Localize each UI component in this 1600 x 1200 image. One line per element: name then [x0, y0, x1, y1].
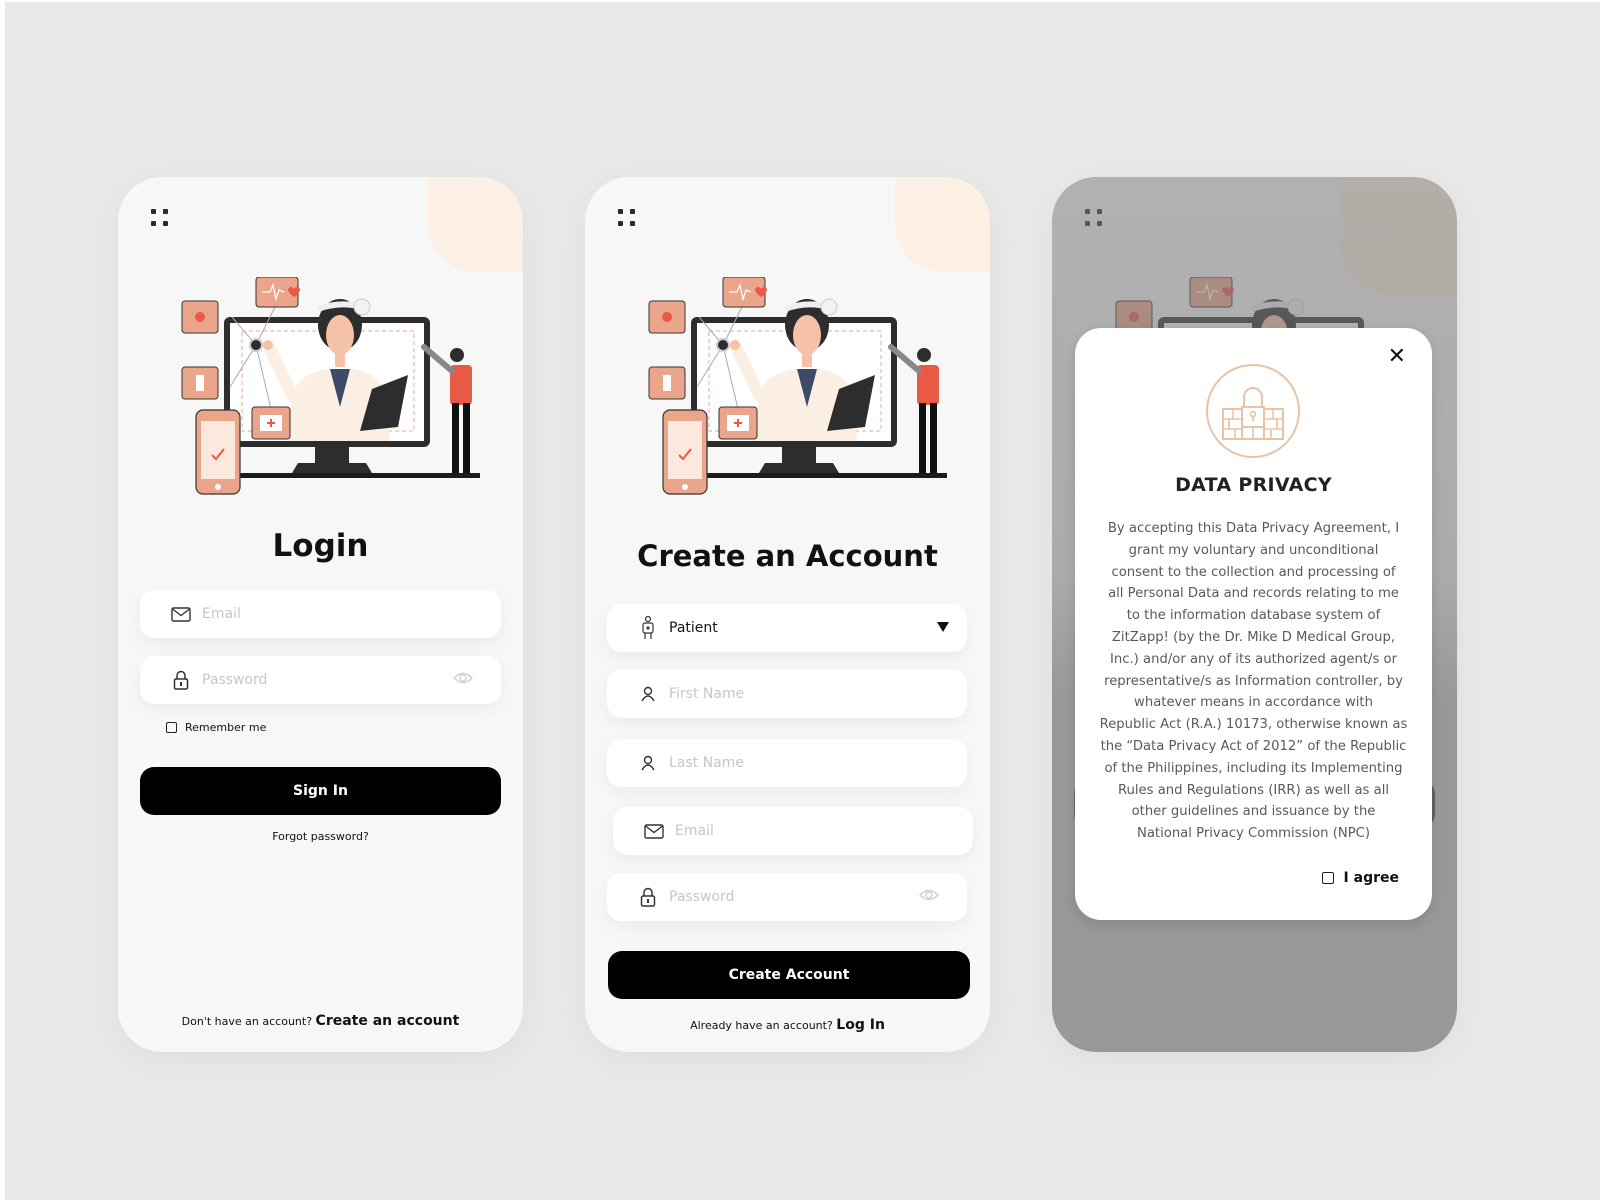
privacy-text-line: all Personal Data and records relating t… — [1108, 586, 1399, 602]
create-account-button[interactable]: Create Account — [608, 951, 970, 999]
page-title: Create an Account — [637, 539, 938, 573]
privacy-text-line: Inc.) and/or any of its authorized agent… — [1109, 651, 1397, 667]
password-placeholder: Password — [202, 672, 268, 688]
telemedicine-illustration — [648, 277, 947, 495]
grid-dots-icon[interactable] — [618, 209, 636, 227]
mail-icon — [643, 820, 665, 842]
password-input[interactable]: Password — [607, 873, 967, 921]
patient-icon — [637, 616, 659, 639]
email-placeholder: Email — [675, 823, 714, 839]
illustration-group — [181, 277, 480, 495]
register-screen: Create an Account Patient First Name Las… — [585, 177, 990, 1052]
forgot-password-link[interactable]: Forgot password? — [118, 830, 523, 843]
privacy-text-line: to the information database system of — [1126, 608, 1381, 624]
create-account-link[interactable]: Create an account — [316, 1013, 460, 1029]
login-screen: Login Email Password Remember me Sign In… — [118, 177, 523, 1052]
privacy-agreement-text: By accepting this Data Privacy Agreement… — [1089, 518, 1418, 845]
signup-prompt-text: Don't have an account? — [181, 1015, 313, 1028]
privacy-text-line: of the Philippines, including its Implem… — [1104, 760, 1403, 776]
password-placeholder: Password — [669, 889, 735, 905]
privacy-text-line: grant my voluntary and unconditional — [1128, 542, 1379, 558]
privacy-text-line: representative/s as Information controll… — [1104, 673, 1403, 689]
privacy-text-line: ZitZapp! (by the Dr. Mike D Medical Grou… — [1111, 629, 1396, 645]
grid-dots-icon[interactable] — [151, 209, 169, 227]
privacy-screen: ✕ DATA PRIVACY By accepting this Data Pr… — [1052, 177, 1457, 1052]
lock-icon — [170, 669, 192, 691]
page-title: Login — [272, 528, 369, 564]
email-input[interactable]: Email — [140, 590, 501, 638]
agree-checkbox[interactable] — [1321, 872, 1334, 884]
corner-decoration — [895, 177, 990, 272]
agree-label: I agree — [1343, 870, 1399, 886]
dropdown-caret-icon[interactable] — [937, 622, 949, 632]
modal-heading: DATA PRIVACY — [1175, 474, 1332, 496]
role-select[interactable]: Patient — [607, 604, 967, 652]
email-input[interactable]: Email — [613, 807, 973, 855]
corner-decoration — [428, 177, 523, 272]
privacy-text-line: By accepting this Data Privacy Agreement… — [1107, 521, 1400, 536]
password-input[interactable]: Password — [140, 656, 501, 704]
role-value: Patient — [669, 620, 718, 636]
user-icon — [637, 752, 659, 774]
privacy-text-line: the “Data Privacy Act of 2012” of the Re… — [1100, 738, 1407, 754]
login-prompt-text: Already have an account? — [690, 1019, 833, 1032]
agree-control[interactable]: I agree — [1321, 870, 1399, 886]
data-privacy-modal: ✕ DATA PRIVACY By accepting this Data Pr… — [1075, 328, 1432, 920]
first-name-input[interactable]: First Name — [607, 670, 967, 718]
first-name-placeholder: First Name — [669, 686, 745, 702]
privacy-text-line: National Privacy Commission (NPC) — [1136, 826, 1371, 842]
signup-prompt: Don't have an account? Create an account — [118, 1013, 523, 1029]
remember-me-label: Remember me — [185, 721, 267, 734]
sign-in-button[interactable]: Sign In — [140, 767, 501, 815]
telemedicine-illustration — [181, 277, 480, 495]
privacy-text-line: consent to the collection and processing… — [1111, 564, 1396, 580]
show-password-icon[interactable] — [453, 671, 473, 690]
remember-me-checkbox[interactable] — [166, 722, 177, 733]
privacy-text-line: Rules and Regulations (IRR) as well as a… — [1117, 782, 1390, 798]
login-prompt: Already have an account? Log In — [585, 1017, 990, 1033]
privacy-text-line: whatever means in accordance with — [1134, 695, 1373, 711]
close-icon[interactable]: ✕ — [1388, 344, 1406, 369]
remember-me[interactable]: Remember me — [166, 721, 266, 734]
privacy-text-line: other guidelines and issuance by the — [1131, 804, 1376, 820]
last-name-input[interactable]: Last Name — [607, 739, 967, 787]
lock-icon — [637, 886, 659, 908]
log-in-link[interactable]: Log In — [836, 1017, 885, 1033]
lock-wall-icon — [1206, 364, 1300, 458]
last-name-placeholder: Last Name — [669, 755, 744, 771]
mail-icon — [170, 603, 192, 625]
show-password-icon[interactable] — [919, 888, 939, 907]
email-placeholder: Email — [202, 606, 241, 622]
privacy-text-line: Republic Act (R.A.) 10173, otherwise kno… — [1099, 717, 1408, 733]
illustration-group — [648, 277, 947, 495]
user-icon — [637, 683, 659, 705]
